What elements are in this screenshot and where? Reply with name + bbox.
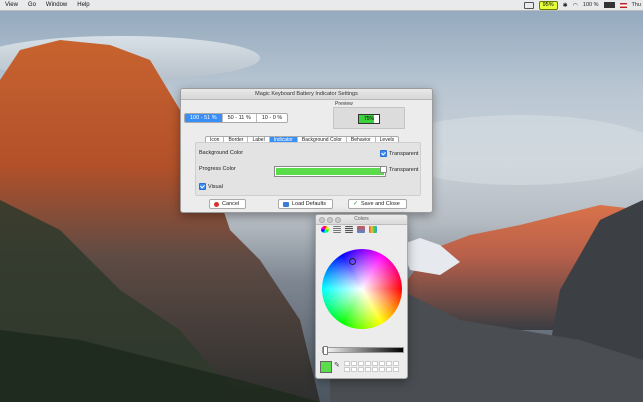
saved-color-slot[interactable] <box>351 367 357 372</box>
saved-color-slot[interactable] <box>372 367 378 372</box>
color-wheel-mode-icon[interactable] <box>321 226 329 233</box>
background-transparent-checkbox[interactable] <box>380 150 387 157</box>
range-medium[interactable]: 50 - 11 % <box>223 114 257 122</box>
range-low[interactable]: 10 - 0 % <box>257 114 287 122</box>
brightness-knob[interactable] <box>323 346 328 355</box>
saved-color-slot[interactable] <box>358 367 364 372</box>
saved-color-slot[interactable] <box>365 367 371 372</box>
visual-option[interactable]: Visual <box>199 183 223 190</box>
load-defaults-button[interactable]: Load Defaults <box>278 199 333 209</box>
load-defaults-label: Load Defaults <box>292 201 326 207</box>
checkmark-icon: ✓ <box>353 200 359 207</box>
window-title: Magic Keyboard Battery Indicator Setting… <box>181 89 432 100</box>
menu-window[interactable]: Window <box>41 0 72 10</box>
cancel-button[interactable]: Cancel <box>209 199 247 209</box>
color-sliders-mode-icon[interactable] <box>333 226 341 233</box>
saved-color-slot[interactable] <box>344 361 350 366</box>
visual-label: Visual <box>208 183 223 190</box>
saved-color-slot[interactable] <box>393 367 399 372</box>
saved-color-slot[interactable] <box>344 367 350 372</box>
image-palettes-mode-icon[interactable] <box>357 226 365 233</box>
indicator-panel: Background Color Transparent Progress Co… <box>195 142 421 196</box>
minimize-window-icon[interactable] <box>327 217 333 223</box>
battery-icon[interactable] <box>603 2 615 8</box>
brightness-slider[interactable] <box>322 346 404 355</box>
saved-color-slot[interactable] <box>379 361 385 366</box>
color-palettes-mode-icon[interactable] <box>345 226 353 233</box>
menu-bar: View Go Window Help 95% ✱ ◠ 100 % Thu <box>0 0 643 11</box>
background-transparent-option[interactable]: Transparent <box>380 150 418 157</box>
battery-indicator-widget[interactable]: 95% <box>538 0 558 10</box>
progress-transparent-checkbox[interactable] <box>380 166 387 173</box>
saved-color-slot[interactable] <box>379 367 385 372</box>
zoom-window-icon[interactable] <box>335 217 341 223</box>
saved-color-slot[interactable] <box>393 361 399 366</box>
preview-battery: 75% <box>358 114 380 124</box>
range-high[interactable]: 100 - 51 % <box>185 114 223 122</box>
current-color-swatch[interactable] <box>320 361 332 373</box>
saved-color-slot[interactable] <box>372 361 378 366</box>
visual-checkbox[interactable] <box>199 183 206 190</box>
eyedropper-icon[interactable]: ✎ <box>334 361 340 369</box>
background-color-label: Background Color <box>199 150 244 156</box>
close-window-icon[interactable] <box>319 217 325 223</box>
color-wheel-cursor[interactable] <box>349 258 356 265</box>
color-wheel[interactable] <box>322 249 402 329</box>
menu-help[interactable]: Help <box>72 0 94 10</box>
keyboard-battery-icon[interactable] <box>523 1 534 9</box>
menubar-status-area: 95% ✱ ◠ 100 % Thu <box>523 0 643 10</box>
progress-color-well[interactable] <box>274 166 386 177</box>
window-controls <box>319 217 341 223</box>
preview-value: 75% <box>363 116 374 122</box>
color-mode-toolbar <box>321 226 377 233</box>
progress-color-label: Progress Color <box>199 166 236 172</box>
clock-day[interactable]: Thu <box>632 2 641 8</box>
save-close-label: Save and Close <box>361 201 400 207</box>
settings-window: Magic Keyboard Battery Indicator Setting… <box>180 88 433 213</box>
saved-color-slot[interactable] <box>365 361 371 366</box>
saved-color-slot[interactable] <box>386 367 392 372</box>
cancel-label: Cancel <box>222 201 240 207</box>
saved-color-slot[interactable] <box>358 361 364 366</box>
preview-area: 75% <box>333 107 405 129</box>
progress-transparent-label: Transparent <box>389 166 419 173</box>
saved-color-slot[interactable] <box>386 361 392 366</box>
range-selector: 100 - 51 % 50 - 11 % 10 - 0 % <box>184 113 289 123</box>
progress-transparent-option[interactable]: Transparent <box>380 166 418 173</box>
background-transparent-label: Transparent <box>389 150 419 157</box>
folder-icon <box>283 201 289 207</box>
bluetooth-icon[interactable]: ✱ <box>563 2 568 9</box>
save-close-button[interactable]: ✓ Save and Close <box>348 199 407 209</box>
crayons-mode-icon[interactable] <box>369 226 377 233</box>
flag-icon[interactable] <box>619 2 627 8</box>
battery-percent-label[interactable]: 100 % <box>583 2 599 8</box>
menu-go[interactable]: Go <box>23 0 41 10</box>
saved-colors-grid <box>344 361 399 372</box>
colors-panel: Colors ✎ <box>315 214 408 379</box>
wifi-icon[interactable]: ◠ <box>573 2 578 9</box>
saved-color-slot[interactable] <box>351 361 357 366</box>
progress-color-fill <box>276 168 384 175</box>
cancel-icon <box>214 201 219 207</box>
menu-view[interactable]: View <box>0 0 23 10</box>
